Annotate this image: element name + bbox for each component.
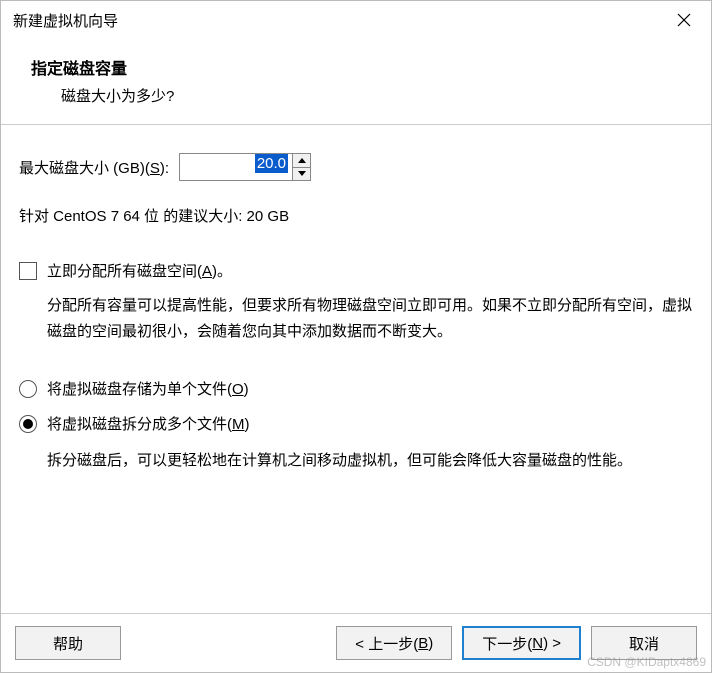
- allocate-now-checkbox[interactable]: [19, 262, 37, 280]
- titlebar: 新建虚拟机向导: [1, 1, 711, 39]
- watermark: CSDN @KIDaptx4869: [587, 655, 706, 669]
- wizard-window: 新建虚拟机向导 指定磁盘容量 磁盘大小为多少? 最大磁盘大小 (GB)(S): …: [0, 0, 712, 673]
- close-button[interactable]: [669, 5, 699, 35]
- content-area: 最大磁盘大小 (GB)(S): 20.0 针对 CentOS 7 64 位 的建…: [1, 125, 711, 613]
- spinner-down-button[interactable]: [293, 168, 310, 181]
- page-subtitle: 磁盘大小为多少?: [31, 85, 681, 106]
- disk-size-input[interactable]: 20.0: [180, 154, 292, 180]
- multi-file-description: 拆分磁盘后，可以更轻松地在计算机之间移动虚拟机，但可能会降低大容量磁盘的性能。: [19, 448, 693, 474]
- chevron-down-icon: [298, 171, 306, 176]
- close-icon: [677, 13, 691, 27]
- header-panel: 指定磁盘容量 磁盘大小为多少?: [1, 39, 711, 125]
- multi-file-label: 将虚拟磁盘拆分成多个文件(M): [47, 413, 250, 434]
- page-title: 指定磁盘容量: [31, 55, 681, 79]
- allocate-now-description: 分配所有容量可以提高性能，但要求所有物理磁盘空间立即可用。如果不立即分配所有空间…: [19, 293, 693, 344]
- single-file-label: 将虚拟磁盘存储为单个文件(O): [47, 378, 249, 399]
- allocate-now-label: 立即分配所有磁盘空间(A)。: [47, 260, 232, 281]
- multi-file-row: 将虚拟磁盘拆分成多个文件(M): [19, 413, 693, 434]
- recommended-size-text: 针对 CentOS 7 64 位 的建议大小: 20 GB: [19, 205, 693, 226]
- single-file-row: 将虚拟磁盘存储为单个文件(O): [19, 378, 693, 399]
- disk-size-row: 最大磁盘大小 (GB)(S): 20.0: [19, 153, 693, 181]
- disk-size-value: 20.0: [255, 154, 288, 173]
- spinner-buttons: [292, 154, 310, 180]
- back-button[interactable]: < 上一步(B): [336, 626, 452, 660]
- help-button[interactable]: 帮助: [15, 626, 121, 660]
- allocate-now-row: 立即分配所有磁盘空间(A)。: [19, 260, 693, 281]
- single-file-radio[interactable]: [19, 380, 37, 398]
- disk-size-label: 最大磁盘大小 (GB)(S):: [19, 157, 169, 178]
- next-button[interactable]: 下一步(N) >: [462, 626, 581, 660]
- disk-size-spinner[interactable]: 20.0: [179, 153, 311, 181]
- window-title: 新建虚拟机向导: [13, 10, 669, 31]
- spinner-up-button[interactable]: [293, 154, 310, 168]
- multi-file-radio[interactable]: [19, 415, 37, 433]
- chevron-up-icon: [298, 158, 306, 163]
